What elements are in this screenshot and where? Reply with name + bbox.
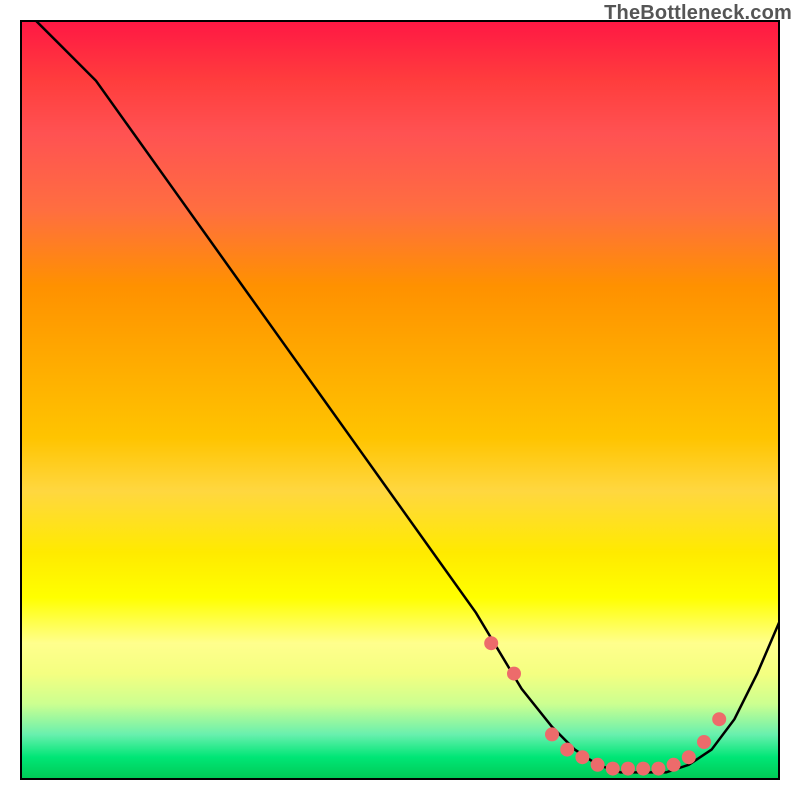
marker-dot	[560, 743, 574, 757]
marker-dot	[682, 750, 696, 764]
highlight-markers	[484, 636, 726, 775]
curve-line	[35, 20, 780, 772]
marker-dot	[621, 762, 635, 776]
marker-dot	[575, 750, 589, 764]
chart-plot	[20, 20, 780, 780]
marker-dot	[484, 636, 498, 650]
marker-dot	[507, 667, 521, 681]
marker-dot	[651, 762, 665, 776]
marker-dot	[591, 758, 605, 772]
chart-container: TheBottleneck.com	[0, 0, 800, 800]
marker-dot	[636, 762, 650, 776]
marker-dot	[606, 762, 620, 776]
marker-dot	[667, 758, 681, 772]
marker-dot	[697, 735, 711, 749]
attribution-label: TheBottleneck.com	[604, 2, 792, 25]
marker-dot	[712, 712, 726, 726]
marker-dot	[545, 727, 559, 741]
